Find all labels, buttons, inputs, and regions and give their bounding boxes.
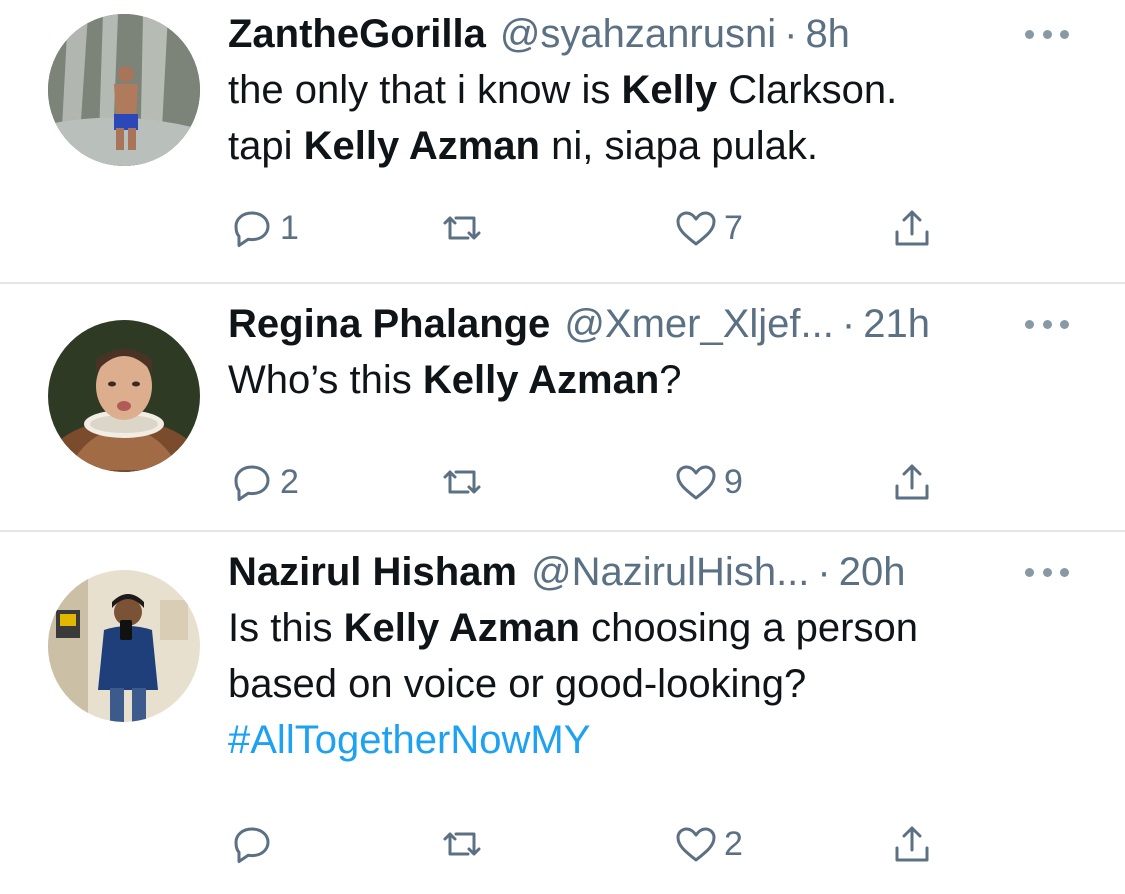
tweet-1[interactable]: ZantheGorilla @syahzanrusni · 8h the onl… — [0, 0, 1125, 284]
tweet-3[interactable]: Nazirul Hisham @NazirulHish... · 20h Is … — [0, 532, 1125, 894]
user-handle[interactable]: @NazirulHish... — [531, 546, 809, 598]
retweet-button[interactable] — [438, 456, 486, 508]
reply-button[interactable] — [228, 818, 280, 870]
highlighted-keyword: Kelly Azman — [422, 358, 660, 402]
action-bar: 2 — [228, 818, 948, 870]
tweet-text-run: Clarkson. — [717, 68, 898, 112]
like-button[interactable]: 7 — [672, 202, 743, 254]
tweet-text-run: ? — [659, 358, 682, 402]
highlighted-keyword: Kelly — [621, 68, 718, 112]
display-name[interactable]: ZantheGorilla — [228, 8, 486, 60]
tweet-text-run: ni, siapa pulak. — [539, 124, 818, 168]
tweet-text: Is this Kelly Azman choosing a person bas… — [228, 600, 1069, 768]
hashtag-link[interactable]: #AllTogetherNowMY — [228, 718, 590, 762]
user-handle[interactable]: @syahzanrusni — [500, 8, 776, 60]
avatar-waterfall-photo — [48, 14, 200, 166]
tweet-header: Regina Phalange @Xmer_Xljef... · 21h — [228, 298, 1069, 350]
tweet-text-run: choosing a person — [579, 606, 918, 650]
separator-dot: · — [817, 550, 831, 594]
retweet-icon — [443, 832, 481, 856]
share-button[interactable] — [888, 202, 936, 254]
tweet-text-run: the only that i know is — [228, 68, 622, 112]
avatar-painting-portrait — [48, 320, 200, 472]
more-icon[interactable] — [1025, 564, 1069, 580]
reply-button[interactable]: 2 — [228, 456, 299, 508]
reply-count: 2 — [280, 462, 299, 501]
share-icon — [895, 826, 929, 862]
tweet-text-run: Is this — [228, 606, 344, 650]
avatar[interactable] — [48, 14, 200, 166]
tweet-header: Nazirul Hisham @NazirulHish... · 20h — [228, 546, 1069, 598]
reply-button[interactable]: 1 — [228, 202, 299, 254]
display-name[interactable]: Nazirul Hisham — [228, 546, 517, 598]
tweet-text: the only that i know is Kelly Clarkson. t… — [228, 62, 1069, 174]
share-icon — [895, 464, 929, 500]
retweet-button[interactable] — [438, 818, 486, 870]
timestamp[interactable]: 21h — [863, 298, 930, 350]
timestamp[interactable]: 20h — [839, 546, 906, 598]
share-button[interactable] — [888, 456, 936, 508]
reply-icon — [234, 465, 270, 501]
retweet-button[interactable] — [438, 202, 486, 254]
reply-icon — [234, 827, 270, 863]
timestamp[interactable]: 8h — [805, 8, 850, 60]
more-icon[interactable] — [1025, 316, 1069, 332]
tweet-text-run: Who’s this — [228, 358, 423, 402]
like-icon — [676, 211, 716, 246]
action-bar: 2 9 — [228, 456, 948, 508]
separator-dot: · — [841, 302, 856, 346]
highlighted-keyword: Kelly Azman — [343, 606, 580, 650]
tweet-text-run: based on voice or good-looking? — [228, 662, 807, 706]
retweet-icon — [443, 470, 481, 494]
highlighted-keyword: Kelly Azman — [303, 124, 540, 168]
reply-icon — [234, 211, 270, 247]
like-icon — [676, 465, 716, 500]
display-name[interactable]: Regina Phalange — [228, 298, 550, 350]
tweet-text-run: tapi — [228, 124, 304, 168]
like-count: 9 — [724, 462, 743, 501]
avatar[interactable] — [48, 320, 200, 472]
like-button[interactable]: 9 — [672, 456, 743, 508]
share-icon — [895, 210, 929, 246]
action-bar: 1 7 — [228, 202, 948, 254]
avatar[interactable] — [48, 570, 200, 722]
tweet-header: ZantheGorilla @syahzanrusni · 8h — [228, 8, 1069, 60]
more-icon[interactable] — [1025, 26, 1069, 42]
tweet-body: ZantheGorilla @syahzanrusni · 8h the onl… — [228, 8, 1069, 174]
tweet-body: Regina Phalange @Xmer_Xljef... · 21h Who… — [228, 298, 1069, 408]
like-icon — [676, 827, 716, 862]
like-button[interactable]: 2 — [672, 818, 743, 870]
reply-count: 1 — [280, 208, 299, 247]
share-button[interactable] — [888, 818, 936, 870]
separator-dot: · — [784, 12, 798, 56]
tweet-body: Nazirul Hisham @NazirulHish... · 20h Is … — [228, 546, 1069, 768]
retweet-icon — [443, 216, 481, 240]
avatar-mirror-selfie — [48, 570, 200, 722]
tweet-2[interactable]: Regina Phalange @Xmer_Xljef... · 21h Who… — [0, 284, 1125, 532]
like-count: 2 — [724, 824, 743, 863]
user-handle[interactable]: @Xmer_Xljef... — [564, 298, 834, 350]
reply-feed: ZantheGorilla @syahzanrusni · 8h the onl… — [0, 0, 1125, 894]
like-count: 7 — [724, 208, 743, 247]
tweet-text: Who’s this Kelly Azman? — [228, 352, 1069, 408]
